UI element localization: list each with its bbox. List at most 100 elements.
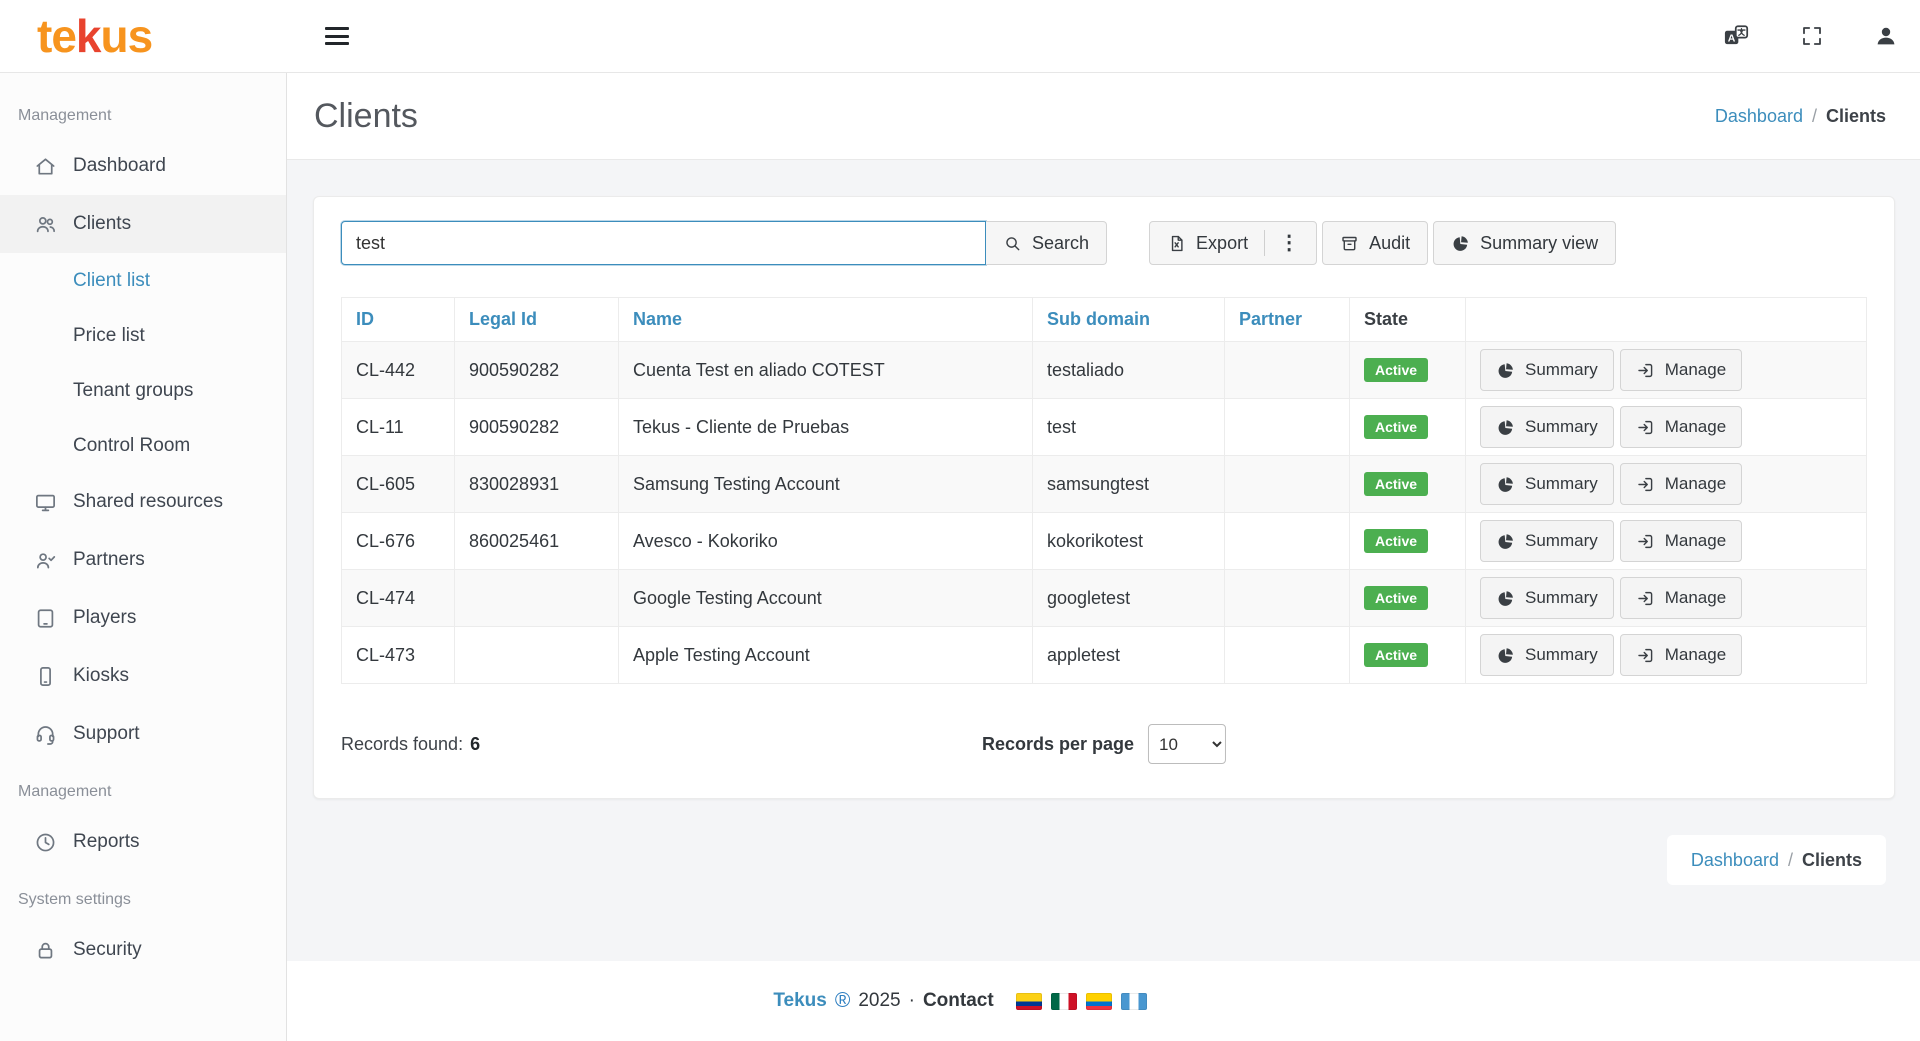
sign-in-icon bbox=[1636, 532, 1655, 551]
sign-in-icon bbox=[1636, 361, 1655, 380]
sidebar-item-support[interactable]: Support bbox=[0, 705, 286, 763]
records-per-page-select[interactable]: 10 bbox=[1148, 724, 1226, 764]
breadcrumb-dashboard-link[interactable]: Dashboard bbox=[1691, 850, 1779, 871]
sidebar-section-label: System settings bbox=[0, 871, 286, 921]
column-header-actions bbox=[1466, 298, 1867, 342]
cell-partner bbox=[1225, 513, 1350, 570]
cell-name: Apple Testing Account bbox=[619, 627, 1033, 684]
hamburger-icon bbox=[325, 27, 349, 30]
cell-name: Cuenta Test en aliado COTEST bbox=[619, 342, 1033, 399]
cell-sub-domain: kokorikotest bbox=[1033, 513, 1225, 570]
audit-button[interactable]: Audit bbox=[1322, 221, 1428, 265]
pie-chart-icon bbox=[1496, 532, 1515, 551]
summary-view-button[interactable]: Summary view bbox=[1433, 221, 1616, 265]
manage-button[interactable]: Manage bbox=[1620, 520, 1742, 562]
column-header-partner[interactable]: Partner bbox=[1225, 298, 1350, 342]
sidebar-subitem-tenant-groups[interactable]: Tenant groups bbox=[0, 363, 286, 418]
summary-button-label: Summary bbox=[1525, 645, 1598, 665]
audit-button-label: Audit bbox=[1369, 233, 1410, 254]
sidebar-item-players[interactable]: Players bbox=[0, 589, 286, 647]
sidebar-item-label: Shared resources bbox=[73, 491, 223, 513]
fullscreen-icon[interactable] bbox=[1800, 24, 1824, 48]
summary-button-label: Summary bbox=[1525, 417, 1598, 437]
sidebar-subitem-client-list[interactable]: Client list bbox=[0, 253, 286, 308]
export-menu-kebab-icon[interactable]: ⋮ bbox=[1279, 233, 1299, 253]
cell-id: CL-474 bbox=[342, 570, 455, 627]
column-header-name[interactable]: Name bbox=[619, 298, 1033, 342]
sidebar-item-shared-resources[interactable]: Shared resources bbox=[0, 473, 286, 531]
cell-partner bbox=[1225, 627, 1350, 684]
sign-in-icon bbox=[1636, 646, 1655, 665]
search-button[interactable]: Search bbox=[986, 221, 1107, 265]
cell-actions: SummaryManage bbox=[1466, 456, 1867, 513]
sidebar-toggle-button[interactable] bbox=[317, 19, 357, 53]
user-icon[interactable] bbox=[1874, 24, 1898, 48]
cell-legal-id bbox=[455, 570, 619, 627]
sidebar-subitem-control-room[interactable]: Control Room bbox=[0, 418, 286, 473]
breadcrumb-bottom: Dashboard / Clients bbox=[1667, 835, 1886, 885]
footer-tekus-link[interactable]: Tekus bbox=[773, 990, 827, 1012]
flag-colombia-icon[interactable] bbox=[1016, 993, 1042, 1010]
cell-actions: Summary Manage bbox=[1466, 342, 1867, 399]
sidebar-item-security[interactable]: Security bbox=[0, 921, 286, 979]
cell-name: Samsung Testing Account bbox=[619, 456, 1033, 513]
manage-button[interactable]: Manage bbox=[1620, 577, 1742, 619]
manage-button-label: Manage bbox=[1665, 360, 1726, 380]
toolbar-buttons: Export ⋮ Audit Summary view bbox=[1149, 221, 1616, 265]
manage-button[interactable]: Manage bbox=[1620, 463, 1742, 505]
footer: Tekus ® 2025 · Contact bbox=[0, 961, 1920, 1041]
summary-button[interactable]: Summary bbox=[1480, 634, 1614, 676]
manage-button[interactable]: Manage bbox=[1620, 349, 1742, 391]
sidebar-item-dashboard[interactable]: Dashboard bbox=[0, 137, 286, 195]
clock-icon bbox=[34, 831, 58, 854]
sidebar-subitem-price-list[interactable]: Price list bbox=[0, 308, 286, 363]
search-input[interactable] bbox=[341, 221, 986, 265]
sidebar-item-clients[interactable]: Clients bbox=[0, 195, 286, 253]
cell-state: Active bbox=[1350, 399, 1466, 456]
flag-ecuador-icon[interactable] bbox=[1086, 993, 1112, 1010]
footer-contact-link[interactable]: Contact bbox=[923, 990, 994, 1012]
column-header-state: State bbox=[1350, 298, 1466, 342]
tekus-logo[interactable]: tekus bbox=[37, 13, 287, 59]
sidebar-item-partners[interactable]: Partners bbox=[0, 531, 286, 589]
cell-sub-domain: samsungtest bbox=[1033, 456, 1225, 513]
page-title: Clients bbox=[314, 97, 418, 136]
cell-legal-id: 900590282 bbox=[455, 342, 619, 399]
table-header-row: IDLegal IdNameSub domainPartnerState bbox=[342, 298, 1867, 342]
cell-id: CL-676 bbox=[342, 513, 455, 570]
summary-button[interactable]: Summary bbox=[1480, 577, 1614, 619]
summary-button[interactable]: Summary bbox=[1480, 406, 1614, 448]
cell-state: Active bbox=[1350, 513, 1466, 570]
summary-button[interactable]: Summary bbox=[1480, 349, 1614, 391]
summary-button-label: Summary bbox=[1525, 588, 1598, 608]
sidebar-item-kiosks[interactable]: Kiosks bbox=[0, 647, 286, 705]
summary-button[interactable]: Summary bbox=[1480, 520, 1614, 562]
partners-icon bbox=[34, 549, 58, 572]
sidebar-subitem-label: Client list bbox=[73, 270, 150, 292]
search-button-label: Search bbox=[1032, 233, 1089, 254]
manage-button-label: Manage bbox=[1665, 531, 1726, 551]
column-header-id[interactable]: ID bbox=[342, 298, 455, 342]
flag-guatemala-icon[interactable] bbox=[1121, 993, 1147, 1010]
records-found-value: 6 bbox=[470, 734, 480, 755]
manage-button[interactable]: Manage bbox=[1620, 406, 1742, 448]
table-row: CL-11900590282Tekus - Cliente de Pruebas… bbox=[342, 399, 1867, 456]
flag-mexico-icon[interactable] bbox=[1051, 993, 1077, 1010]
lock-icon bbox=[34, 939, 58, 962]
status-badge: Active bbox=[1364, 643, 1428, 667]
bottom-breadcrumb-wrap: Dashboard / Clients bbox=[313, 835, 1895, 885]
column-header-legal-id[interactable]: Legal Id bbox=[455, 298, 619, 342]
cell-state: Active bbox=[1350, 627, 1466, 684]
sign-in-icon bbox=[1636, 418, 1655, 437]
translate-icon[interactable]: A bbox=[1722, 22, 1750, 50]
manage-button[interactable]: Manage bbox=[1620, 634, 1742, 676]
clients-card: Search Export ⋮ Audit bbox=[313, 196, 1895, 799]
summary-button[interactable]: Summary bbox=[1480, 463, 1614, 505]
column-header-sub-domain[interactable]: Sub domain bbox=[1033, 298, 1225, 342]
cell-state: Active bbox=[1350, 342, 1466, 399]
summary-button-label: Summary bbox=[1525, 360, 1598, 380]
breadcrumb-dashboard-link[interactable]: Dashboard bbox=[1715, 106, 1803, 127]
export-button[interactable]: Export ⋮ bbox=[1149, 221, 1317, 265]
sidebar-item-reports[interactable]: Reports bbox=[0, 813, 286, 871]
registered-trademark-icon: ® bbox=[835, 989, 850, 1013]
